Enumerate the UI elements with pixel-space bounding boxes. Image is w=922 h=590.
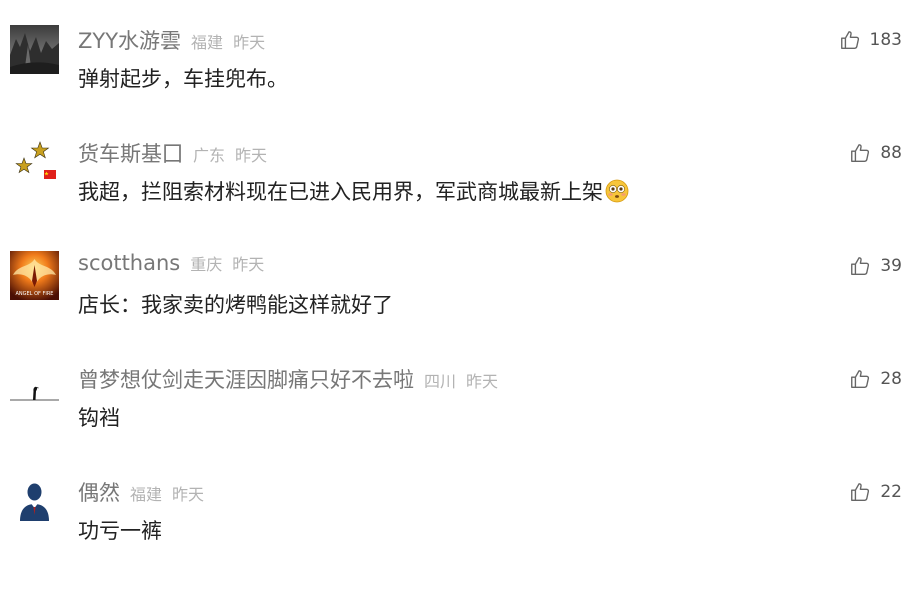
- comment-text: 弹射起步，车挂兜布。: [78, 67, 288, 91]
- avatar[interactable]: [10, 477, 59, 526]
- region-label: 广东: [193, 146, 226, 165]
- comment-text-body: 我超，拦阻索材料现在已进入民用界，军武商城最新上架: [78, 180, 603, 204]
- comment-text: 钩裆: [78, 406, 120, 430]
- flushed-face-emoji: [605, 179, 629, 203]
- timestamp: 昨天: [466, 372, 499, 391]
- like-button[interactable]: 22: [849, 477, 902, 507]
- like-count: 88: [880, 143, 902, 163]
- like-button[interactable]: 88: [849, 138, 902, 168]
- comment-item: 偶然 福建 昨天 功亏一裤 22: [0, 477, 922, 590]
- username[interactable]: ZYY水游雲: [78, 25, 181, 55]
- avatar[interactable]: [10, 25, 59, 74]
- thumbs-up-icon: [851, 144, 870, 162]
- thumbs-up-icon: [851, 483, 870, 501]
- region-label: 四川: [424, 372, 457, 391]
- default-person-avatar: [10, 477, 59, 526]
- comment-item: ZYY水游雲 福建 昨天 弹射起步，车挂兜布。 183: [0, 25, 922, 138]
- timestamp: 昨天: [232, 255, 265, 274]
- bird-silhouette-avatar: [10, 364, 59, 413]
- avatar-caption: ANGEL OF FIRE: [16, 291, 54, 297]
- username[interactable]: 偶然: [78, 477, 120, 507]
- comment-meta: ZYY水游雲 福建 昨天: [78, 25, 265, 55]
- comment-text: 功亏一裤: [78, 519, 162, 543]
- like-count: 183: [869, 30, 902, 50]
- username[interactable]: scotthans: [78, 251, 180, 275]
- comment-meta: 偶然 福建 昨天: [78, 477, 204, 507]
- comment-meta: scotthans 重庆 昨天: [78, 251, 264, 281]
- thumbs-up-icon: [851, 370, 870, 388]
- comment-item: 曾梦想仗剑走天涯因脚痛只好不去啦 四川 昨天 钩裆 28: [0, 364, 922, 477]
- like-button[interactable]: 183: [839, 25, 902, 55]
- mountain-landscape-avatar: [10, 25, 59, 74]
- region-label: 福建: [191, 33, 224, 52]
- thumbs-up-icon: [840, 31, 859, 49]
- avatar[interactable]: ANGEL OF FIRE: [10, 251, 59, 300]
- angel-of-fire-avatar: ANGEL OF FIRE: [10, 251, 59, 300]
- avatar[interactable]: [10, 364, 59, 413]
- like-count: 28: [880, 369, 902, 389]
- username[interactable]: 曾梦想仗剑走天涯因脚痛只好不去啦: [78, 364, 414, 394]
- comment-text: 我超，拦阻索材料现在已进入民用界，军武商城最新上架: [78, 176, 629, 206]
- comment-text: 店长：我家卖的烤鸭能这样就好了: [78, 293, 393, 317]
- comment-item: ANGEL OF FIRE scotthans 重庆 昨天 店长：我家卖的烤鸭能…: [0, 251, 922, 364]
- timestamp: 昨天: [235, 146, 268, 165]
- comment-meta: 货车斯基囗 广东 昨天: [78, 138, 267, 168]
- avatar[interactable]: [10, 138, 59, 187]
- like-button[interactable]: 28: [849, 364, 902, 394]
- like-count: 39: [880, 256, 902, 276]
- region-label: 福建: [130, 485, 163, 504]
- thumbs-up-icon: [851, 257, 870, 275]
- timestamp: 昨天: [172, 485, 205, 504]
- timestamp: 昨天: [233, 33, 266, 52]
- username[interactable]: 货车斯基囗: [78, 138, 183, 168]
- region-label: 重庆: [190, 255, 223, 274]
- like-count: 22: [880, 482, 902, 502]
- like-button[interactable]: 39: [849, 251, 902, 281]
- comment-meta: 曾梦想仗剑走天涯因脚痛只好不去啦 四川 昨天: [78, 364, 498, 394]
- stars-flag-avatar: [10, 138, 59, 187]
- comment-item: 货车斯基囗 广东 昨天 我超，拦阻索材料现在已进入民用界，军武商城最新上架 88: [0, 138, 922, 251]
